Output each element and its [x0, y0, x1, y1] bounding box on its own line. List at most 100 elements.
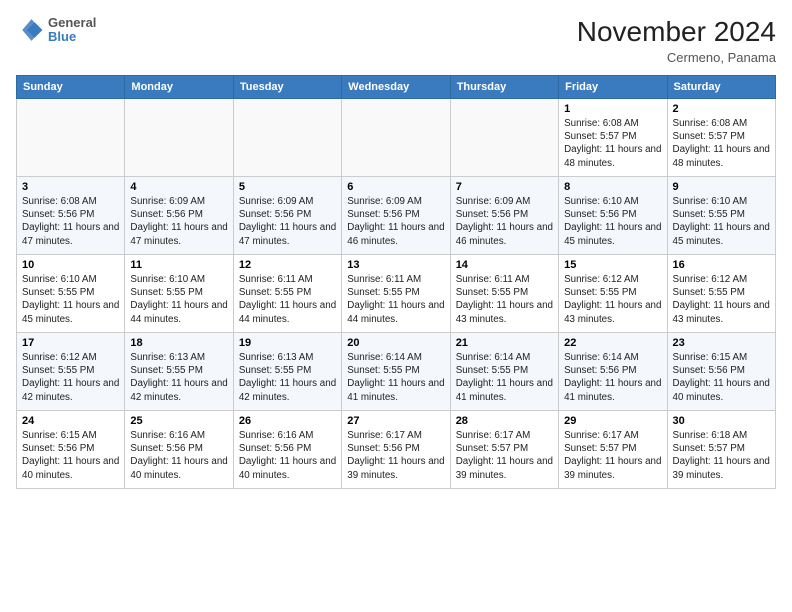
calendar-cell: 8 Sunrise: 6:10 AMSunset: 5:56 PMDaylight…: [559, 177, 667, 255]
day-number: 2: [673, 103, 770, 115]
calendar-cell: 3 Sunrise: 6:08 AMSunset: 5:56 PMDaylight…: [17, 177, 125, 255]
day-info: Sunrise: 6:10 AMSunset: 5:55 PMDaylight:…: [22, 273, 119, 326]
calendar-week-3: 10 Sunrise: 6:10 AMSunset: 5:55 PMDayligh…: [17, 255, 776, 333]
logo: General Blue: [16, 16, 96, 45]
day-number: 5: [239, 181, 336, 193]
day-info: Sunrise: 6:12 AMSunset: 5:55 PMDaylight:…: [564, 273, 661, 326]
calendar-cell: 29 Sunrise: 6:17 AMSunset: 5:57 PMDayligh…: [559, 411, 667, 489]
calendar-cell: 20 Sunrise: 6:14 AMSunset: 5:55 PMDayligh…: [342, 333, 450, 411]
day-number: 9: [673, 181, 770, 193]
calendar-cell: 30Sunrise: 6:18 AMSunset: 5:57 PMDayligh…: [667, 411, 775, 489]
day-info: Sunrise: 6:17 AMSunset: 5:57 PMDaylight:…: [456, 429, 553, 482]
calendar-cell: 21 Sunrise: 6:14 AMSunset: 5:55 PMDayligh…: [450, 333, 558, 411]
day-number: 17: [22, 337, 119, 349]
calendar-table: SundayMondayTuesdayWednesdayThursdayFrid…: [16, 75, 776, 489]
day-number: 20: [347, 337, 444, 349]
calendar-cell: 25Sunrise: 6:16 AMSunset: 5:56 PMDayligh…: [125, 411, 233, 489]
day-number: 4: [130, 181, 227, 193]
day-number: 7: [456, 181, 553, 193]
calendar-week-2: 3 Sunrise: 6:08 AMSunset: 5:56 PMDaylight…: [17, 177, 776, 255]
day-number: 11: [130, 259, 227, 271]
day-number: 23: [673, 337, 770, 349]
day-number: 6: [347, 181, 444, 193]
day-info: Sunrise: 6:09 AMSunset: 5:56 PMDaylight:…: [130, 195, 227, 248]
calendar-week-1: 1 Sunrise: 6:08 AMSunset: 5:57 PMDaylight…: [17, 99, 776, 177]
day-info: Sunrise: 6:13 AMSunset: 5:55 PMDaylight:…: [130, 351, 227, 404]
calendar-week-4: 17 Sunrise: 6:12 AMSunset: 5:55 PMDayligh…: [17, 333, 776, 411]
calendar-cell: 12 Sunrise: 6:11 AMSunset: 5:55 PMDayligh…: [233, 255, 341, 333]
day-number: 12: [239, 259, 336, 271]
calendar-header-wednesday: Wednesday: [342, 76, 450, 99]
day-number: 18: [130, 337, 227, 349]
calendar-header-monday: Monday: [125, 76, 233, 99]
calendar-header-row: SundayMondayTuesdayWednesdayThursdayFrid…: [17, 76, 776, 99]
day-info: Sunrise: 6:09 AMSunset: 5:56 PMDaylight:…: [347, 195, 444, 248]
calendar-cell: 14Sunrise: 6:11 AMSunset: 5:55 PMDayligh…: [450, 255, 558, 333]
calendar-cell: [125, 99, 233, 177]
calendar-cell: 2 Sunrise: 6:08 AMSunset: 5:57 PMDaylight…: [667, 99, 775, 177]
calendar-header-thursday: Thursday: [450, 76, 558, 99]
calendar-cell: [450, 99, 558, 177]
calendar-week-5: 24Sunrise: 6:15 AMSunset: 5:56 PMDayligh…: [17, 411, 776, 489]
day-info: Sunrise: 6:11 AMSunset: 5:55 PMDaylight:…: [456, 273, 553, 326]
day-number: 8: [564, 181, 661, 193]
day-info: Sunrise: 6:10 AMSunset: 5:56 PMDaylight:…: [564, 195, 661, 248]
calendar-cell: 19 Sunrise: 6:13 AMSunset: 5:55 PMDayligh…: [233, 333, 341, 411]
calendar-cell: 5 Sunrise: 6:09 AMSunset: 5:56 PMDaylight…: [233, 177, 341, 255]
day-info: Sunrise: 6:12 AMSunset: 5:55 PMDaylight:…: [673, 273, 770, 326]
day-info: Sunrise: 6:15 AMSunset: 5:56 PMDaylight:…: [673, 351, 770, 404]
logo-line1: General: [48, 16, 96, 30]
day-info: Sunrise: 6:08 AMSunset: 5:57 PMDaylight:…: [564, 117, 661, 170]
calendar-cell: 6 Sunrise: 6:09 AMSunset: 5:56 PMDaylight…: [342, 177, 450, 255]
day-number: 22: [564, 337, 661, 349]
day-number: 21: [456, 337, 553, 349]
day-number: 3: [22, 181, 119, 193]
calendar-cell: 7 Sunrise: 6:09 AMSunset: 5:56 PMDaylight…: [450, 177, 558, 255]
calendar-cell: 9 Sunrise: 6:10 AMSunset: 5:55 PMDaylight…: [667, 177, 775, 255]
day-number: 25: [130, 415, 227, 427]
calendar-cell: 15 Sunrise: 6:12 AMSunset: 5:55 PMDayligh…: [559, 255, 667, 333]
calendar-cell: 26Sunrise: 6:16 AMSunset: 5:56 PMDayligh…: [233, 411, 341, 489]
day-number: 29: [564, 415, 661, 427]
calendar-header-friday: Friday: [559, 76, 667, 99]
day-info: Sunrise: 6:14 AMSunset: 5:55 PMDaylight:…: [347, 351, 444, 404]
calendar-cell: 24Sunrise: 6:15 AMSunset: 5:56 PMDayligh…: [17, 411, 125, 489]
day-info: Sunrise: 6:11 AMSunset: 5:55 PMDaylight:…: [239, 273, 336, 326]
title-block: November 2024 Cermeno, Panama: [577, 16, 776, 65]
day-number: 1: [564, 103, 661, 115]
calendar-cell: [342, 99, 450, 177]
calendar-cell: 17 Sunrise: 6:12 AMSunset: 5:55 PMDayligh…: [17, 333, 125, 411]
day-info: Sunrise: 6:10 AMSunset: 5:55 PMDaylight:…: [673, 195, 770, 248]
calendar-header-tuesday: Tuesday: [233, 76, 341, 99]
day-info: Sunrise: 6:12 AMSunset: 5:55 PMDaylight:…: [22, 351, 119, 404]
day-number: 26: [239, 415, 336, 427]
day-number: 28: [456, 415, 553, 427]
calendar-cell: 13 Sunrise: 6:11 AMSunset: 5:55 PMDayligh…: [342, 255, 450, 333]
calendar-cell: 23 Sunrise: 6:15 AMSunset: 5:56 PMDayligh…: [667, 333, 775, 411]
day-info: Sunrise: 6:14 AMSunset: 5:55 PMDaylight:…: [456, 351, 553, 404]
day-info: Sunrise: 6:11 AMSunset: 5:55 PMDaylight:…: [347, 273, 444, 326]
page: General Blue November 2024 Cermeno, Pana…: [0, 0, 792, 499]
day-number: 30: [673, 415, 770, 427]
day-info: Sunrise: 6:13 AMSunset: 5:55 PMDaylight:…: [239, 351, 336, 404]
calendar-cell: 1 Sunrise: 6:08 AMSunset: 5:57 PMDaylight…: [559, 99, 667, 177]
location: Cermeno, Panama: [577, 50, 776, 65]
day-number: 27: [347, 415, 444, 427]
day-info: Sunrise: 6:08 AMSunset: 5:57 PMDaylight:…: [673, 117, 770, 170]
day-number: 15: [564, 259, 661, 271]
day-number: 19: [239, 337, 336, 349]
logo-text: General Blue: [48, 16, 96, 45]
day-info: Sunrise: 6:09 AMSunset: 5:56 PMDaylight:…: [456, 195, 553, 248]
day-number: 16: [673, 259, 770, 271]
day-info: Sunrise: 6:17 AMSunset: 5:56 PMDaylight:…: [347, 429, 444, 482]
calendar-cell: [17, 99, 125, 177]
calendar-cell: 22Sunrise: 6:14 AMSunset: 5:56 PMDayligh…: [559, 333, 667, 411]
calendar-cell: 10 Sunrise: 6:10 AMSunset: 5:55 PMDayligh…: [17, 255, 125, 333]
day-number: 10: [22, 259, 119, 271]
day-info: Sunrise: 6:09 AMSunset: 5:56 PMDaylight:…: [239, 195, 336, 248]
day-info: Sunrise: 6:17 AMSunset: 5:57 PMDaylight:…: [564, 429, 661, 482]
calendar-header-saturday: Saturday: [667, 76, 775, 99]
day-info: Sunrise: 6:08 AMSunset: 5:56 PMDaylight:…: [22, 195, 119, 248]
calendar-cell: 27 Sunrise: 6:17 AMSunset: 5:56 PMDayligh…: [342, 411, 450, 489]
day-number: 13: [347, 259, 444, 271]
